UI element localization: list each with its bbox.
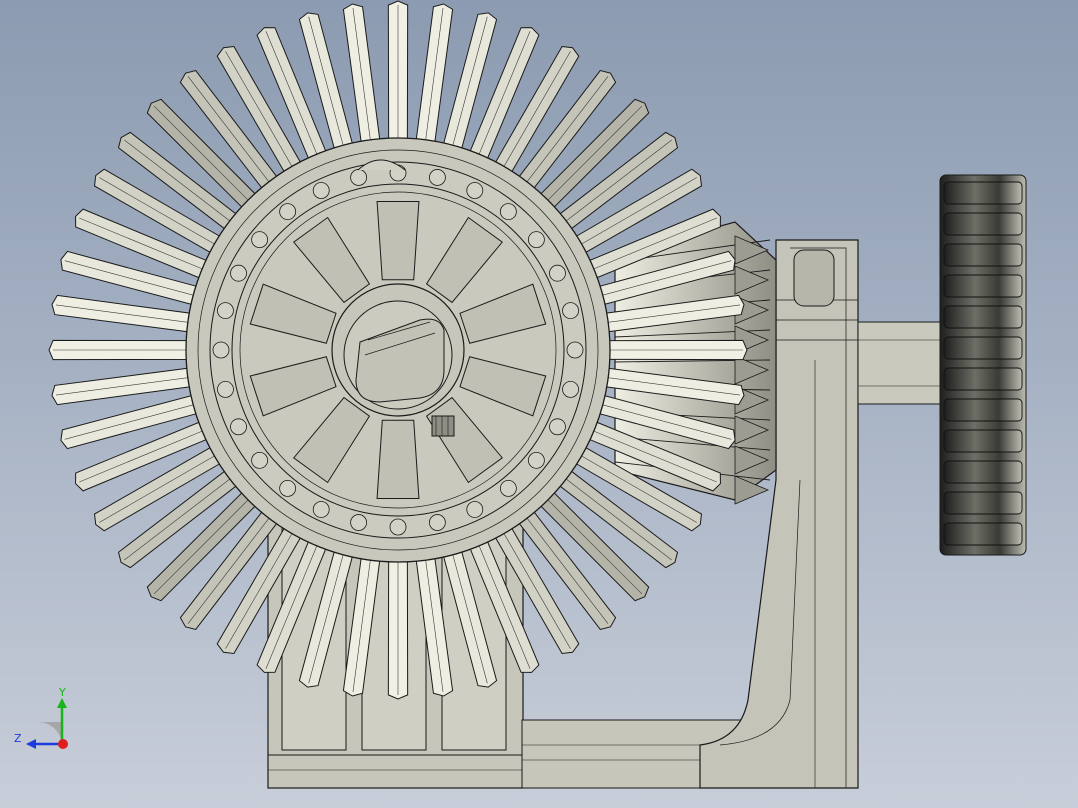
orientation-triad[interactable]: Y Z [10,686,80,756]
bearing-ball [312,182,330,199]
spur-tooth [943,305,1023,329]
spur-tooth [943,212,1023,236]
spur-tooth [943,367,1023,391]
spur-tooth [943,243,1023,267]
z-axis-head [26,739,36,749]
spur-tooth [943,460,1023,484]
bearing-ball [562,302,579,320]
bearing-ball [499,203,517,221]
bearing-ball [251,231,269,249]
bearing-ball [230,418,247,436]
bearing-ball [251,451,269,469]
bearing-ball [527,451,545,469]
bearing-ball [566,341,584,359]
bearing-ball [428,514,446,531]
bearing-ball [466,182,484,199]
bearing-ball [527,231,545,249]
hub-rib [376,419,420,500]
bearing-ball [499,479,517,497]
spur-tooth [943,181,1023,205]
spur-tooth [943,398,1023,422]
bearing-ball [562,380,579,398]
bearing-ball [389,518,407,536]
y-axis-head [57,698,67,708]
bearing-ball [428,169,446,186]
y-axis-label: Y [58,686,66,699]
bearing-ball [217,380,234,398]
spur-tooth [943,522,1023,546]
cad-viewport[interactable]: Y Z [0,0,1078,808]
spur-tooth [943,491,1023,515]
bearing-ball [350,514,368,531]
bearing-ball [230,264,247,282]
set-screw [431,415,455,437]
bearing-hub[interactable] [185,137,611,563]
spur-tooth [943,336,1023,360]
spur-tooth [943,429,1023,453]
bearing-ball [217,302,234,320]
bearing-ball [549,264,566,282]
hub-rib [376,200,420,281]
bearing-ball [212,341,230,359]
x-axis-dot [58,739,68,749]
model-scene[interactable] [0,0,1078,808]
bearing-ball [350,169,368,186]
spur-tooth [943,274,1023,298]
bearing-ball [279,203,297,221]
triad-quadrant [38,721,62,744]
bearing-ball [312,501,330,518]
spur-gear[interactable] [939,174,1027,556]
bearing-ball [466,501,484,518]
output-shaft[interactable] [857,321,943,405]
z-axis-label: Z [14,732,22,745]
bearing-ball [549,418,566,436]
bearing-ball [279,479,297,497]
